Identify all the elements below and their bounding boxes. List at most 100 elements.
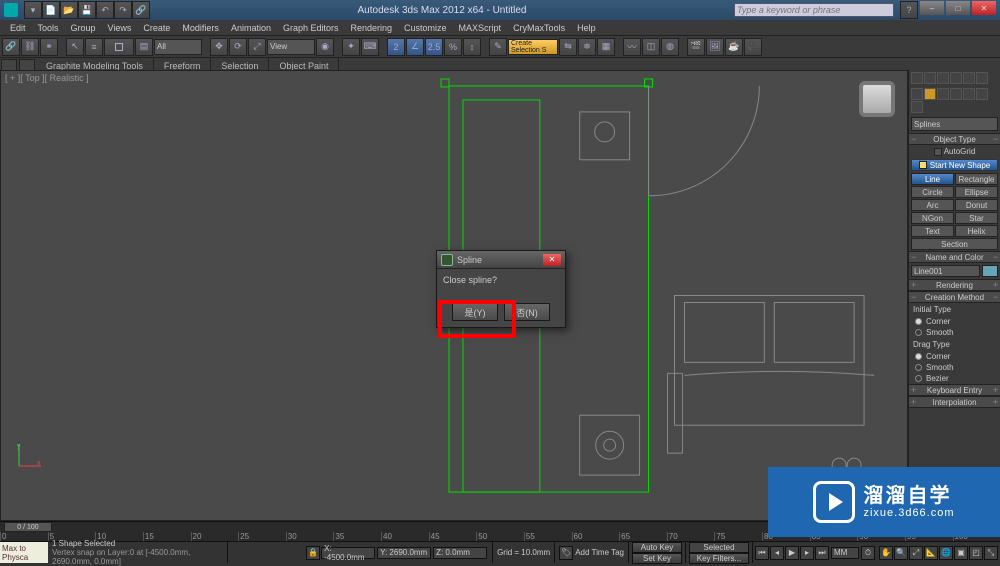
menu-crymax[interactable]: CryMaxTools xyxy=(507,23,571,33)
filter-icon[interactable]: ▤ xyxy=(135,38,153,56)
cat-cameras-icon[interactable] xyxy=(950,88,962,100)
qat-undo-icon[interactable]: ↶ xyxy=(96,1,114,19)
subtype-dropdown[interactable]: Splines xyxy=(911,117,998,131)
pan-view-icon[interactable]: ⤡ xyxy=(984,546,998,560)
lock-icon[interactable]: 🔒 xyxy=(306,546,320,560)
section-objecttype[interactable]: Object Type xyxy=(909,133,1000,145)
app-logo-icon[interactable] xyxy=(4,3,18,17)
snap-percent-icon[interactable]: % xyxy=(444,38,462,56)
menu-grapheditors[interactable]: Graph Editors xyxy=(277,23,345,33)
shape-arc-button[interactable]: Arc xyxy=(911,199,954,211)
help-search-input[interactable] xyxy=(734,3,894,17)
refcoord-dropdown[interactable]: View xyxy=(267,39,315,55)
start-new-shape-row[interactable]: Start New Shape xyxy=(911,159,998,171)
initial-corner-radio[interactable] xyxy=(915,318,922,325)
coord-x-input[interactable]: X: -4500.0mm xyxy=(321,547,375,559)
menu-rendering[interactable]: Rendering xyxy=(345,23,399,33)
zoom-ext-icon[interactable]: ⤢ xyxy=(909,546,923,560)
dialog-titlebar[interactable]: Spline ✕ xyxy=(437,251,565,269)
select-icon[interactable]: ↖ xyxy=(66,38,84,56)
dialog-no-button[interactable]: 否(N) xyxy=(504,303,550,321)
section-kbd[interactable]: Keyboard Entry xyxy=(909,384,1000,396)
fov-icon[interactable]: 📐 xyxy=(924,546,938,560)
menu-views[interactable]: Views xyxy=(102,23,138,33)
coord-z-input[interactable]: Z: 0.0mm xyxy=(433,547,487,559)
maximize-button[interactable]: □ xyxy=(946,1,970,15)
help-icon[interactable]: ? xyxy=(900,1,918,19)
orbit-icon[interactable]: 🌐 xyxy=(939,546,953,560)
menu-tools[interactable]: Tools xyxy=(32,23,65,33)
select-name-icon[interactable]: ≡ xyxy=(85,38,103,56)
named-selection-dropdown[interactable]: Create Selection S xyxy=(508,39,558,55)
render-setup-icon[interactable]: 🎬 xyxy=(687,38,705,56)
shape-rectangle-button[interactable]: Rectangle xyxy=(955,173,998,185)
section-interp[interactable]: Interpolation xyxy=(909,396,1000,408)
editnamed-icon[interactable]: ✎ xyxy=(489,38,507,56)
goto-start-icon[interactable]: ⏮ xyxy=(755,546,769,560)
panel-hierarchy-icon[interactable] xyxy=(937,72,949,84)
snap-2d-icon[interactable]: 2 xyxy=(387,38,405,56)
shape-star-button[interactable]: Star xyxy=(955,212,998,224)
shape-helix-button[interactable]: Helix xyxy=(955,225,998,237)
panel-util-icon[interactable] xyxy=(976,72,988,84)
zoom-icon[interactable]: 🔍 xyxy=(894,546,908,560)
menu-edit[interactable]: Edit xyxy=(4,23,32,33)
layers-icon[interactable]: ▦ xyxy=(597,38,615,56)
zoom-region-icon[interactable]: ◰ xyxy=(969,546,983,560)
render-icon[interactable]: ☕ xyxy=(725,38,743,56)
render-prod-icon[interactable]: 🎥 xyxy=(744,38,762,56)
pivot-icon[interactable]: ◉ xyxy=(316,38,334,56)
cat-space-icon[interactable] xyxy=(976,88,988,100)
qat-open-icon[interactable]: 📂 xyxy=(60,1,78,19)
mm-input[interactable]: MM xyxy=(831,547,859,559)
cat-sys-icon[interactable] xyxy=(911,101,923,113)
shape-circle-button[interactable]: Circle xyxy=(911,186,954,198)
timetag-icon[interactable]: 🏷 xyxy=(559,546,573,560)
cat-shapes-icon[interactable] xyxy=(924,88,936,100)
dialog-close-button[interactable]: ✕ xyxy=(543,254,561,266)
section-rendering[interactable]: Rendering xyxy=(909,279,1000,291)
rotate-icon[interactable]: ⟳ xyxy=(229,38,247,56)
schematic-icon[interactable]: ◫ xyxy=(642,38,660,56)
qat-button[interactable]: ▾ xyxy=(24,1,42,19)
cat-lights-icon[interactable] xyxy=(937,88,949,100)
menu-create[interactable]: Create xyxy=(137,23,176,33)
material-editor-icon[interactable]: ◍ xyxy=(661,38,679,56)
goto-end-icon[interactable]: ⏭ xyxy=(815,546,829,560)
minimize-button[interactable]: – xyxy=(920,1,944,15)
panel-create-icon[interactable] xyxy=(911,72,923,84)
menu-maxscript[interactable]: MAXScript xyxy=(453,23,508,33)
shape-text-button[interactable]: Text xyxy=(911,225,954,237)
keyfilters-button[interactable]: Key Filters... xyxy=(689,553,749,564)
select-region-icon[interactable] xyxy=(104,38,134,56)
timetag-label[interactable]: Add Time Tag xyxy=(573,548,624,557)
move-icon[interactable]: ✥ xyxy=(210,38,228,56)
menu-animation[interactable]: Animation xyxy=(225,23,277,33)
object-color-swatch[interactable] xyxy=(982,265,998,277)
setkey-button[interactable]: Set Key xyxy=(632,553,682,564)
render-frame-icon[interactable]: 🖼 xyxy=(706,38,724,56)
maxviewport-icon[interactable]: ▣ xyxy=(954,546,968,560)
start-new-shape-checkbox[interactable] xyxy=(919,161,927,169)
bind-icon[interactable]: ⚭ xyxy=(40,38,58,56)
autokey-button[interactable]: Auto Key xyxy=(632,542,682,553)
shape-donut-button[interactable]: Donut xyxy=(955,199,998,211)
qat-link-icon[interactable]: 🔗 xyxy=(132,1,150,19)
next-frame-icon[interactable]: ▸ xyxy=(800,546,814,560)
align-icon[interactable]: ≑ xyxy=(578,38,596,56)
drag-corner-radio[interactable] xyxy=(915,353,922,360)
scale-icon[interactable]: ⤢ xyxy=(248,38,266,56)
shape-ellipse-button[interactable]: Ellipse xyxy=(955,186,998,198)
panel-motion-icon[interactable] xyxy=(950,72,962,84)
snap-angle-icon[interactable]: ∠ xyxy=(406,38,424,56)
qat-save-icon[interactable]: 💾 xyxy=(78,1,96,19)
menu-customize[interactable]: Customize xyxy=(398,23,453,33)
menu-modifiers[interactable]: Modifiers xyxy=(176,23,225,33)
curve-editor-icon[interactable]: 〰 xyxy=(623,38,641,56)
keymode-dropdown[interactable]: Selected xyxy=(689,542,749,553)
qat-redo-icon[interactable]: ↷ xyxy=(114,1,132,19)
snap-25-icon[interactable]: 2.5 xyxy=(425,38,443,56)
link-icon[interactable]: 🔗 xyxy=(2,38,20,56)
drag-bezier-radio[interactable] xyxy=(915,375,922,382)
initial-smooth-radio[interactable] xyxy=(915,329,922,336)
